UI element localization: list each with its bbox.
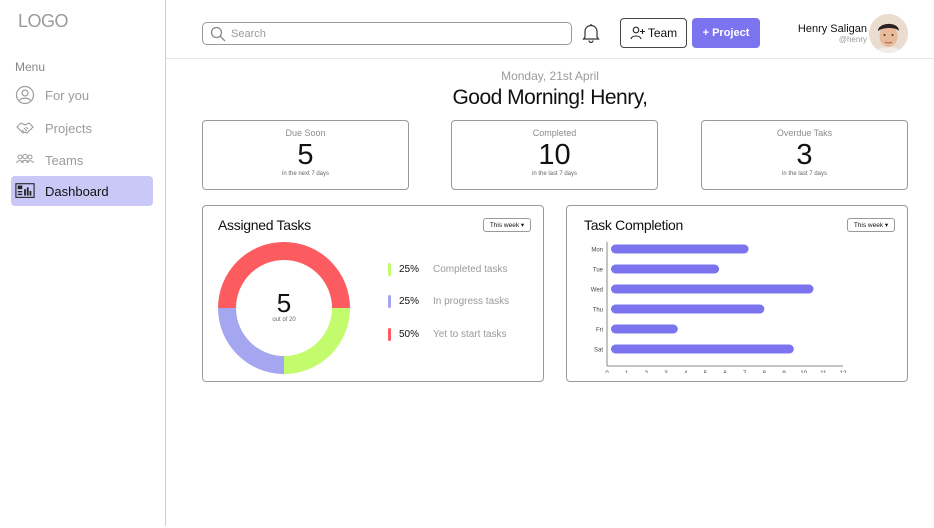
legend-percent: 50%	[399, 329, 420, 340]
period-select[interactable]: This week ▾	[847, 218, 895, 232]
stat-card-due-soon: Due Soon 5 in the next 7 days	[202, 120, 409, 190]
legend-swatch	[388, 295, 391, 308]
stat-title: Overdue Taks	[776, 128, 833, 138]
task-completion-panel: Task Completion This week ▾ Mon Tue Wed Thu…	[566, 205, 908, 382]
stat-value: 5	[297, 139, 314, 171]
bell-icon[interactable]	[582, 23, 600, 44]
menu-label: Menu	[15, 60, 46, 74]
y-tick-label: Fri	[596, 328, 603, 334]
x-tick-label: 0	[605, 371, 609, 373]
dashboard-icon	[15, 181, 35, 201]
x-tick-label: 5	[704, 371, 708, 373]
user-name: Henry Saligan	[797, 23, 867, 35]
x-tick-label: 4	[684, 371, 688, 373]
sidebar-item-teams[interactable]: Teams	[11, 145, 153, 175]
logo: LOGO	[18, 11, 69, 31]
legend-swatch	[388, 263, 391, 276]
handshake-icon	[15, 118, 35, 138]
legend-label: Completed tasks	[433, 264, 508, 275]
y-tick-label: Thu	[593, 308, 603, 314]
stat-title: Due Soon	[285, 128, 326, 138]
assigned-tasks-panel: Assigned Tasks This week ▾ 5 out of 20 2…	[202, 205, 544, 382]
x-tick-label: 7	[743, 371, 747, 373]
x-tick-label: 12	[840, 371, 847, 373]
legend-label: Yet to start tasks	[433, 329, 507, 340]
sidebar-item-for-you[interactable]: For you	[11, 80, 153, 110]
y-tick-label: Sat	[594, 348, 603, 354]
sidebar: LOGO Menu For you Projects Teams Dashboa…	[0, 0, 166, 526]
user-icon	[15, 85, 35, 105]
bar-tue	[611, 264, 720, 274]
legend-item: 25% In progress tasks	[388, 295, 509, 308]
bar-wed	[611, 284, 814, 294]
stat-value: 3	[796, 139, 813, 171]
stat-title: Completed	[532, 128, 577, 138]
header: Team + Project Henry Saligan @henry	[166, 0, 934, 59]
sidebar-item-dashboard[interactable]: Dashboard	[11, 176, 153, 206]
donut-chart: 5 out of 20	[218, 242, 350, 374]
add-project-button[interactable]: + Project	[692, 18, 760, 48]
x-tick-label: 6	[723, 371, 727, 373]
y-tick-label: Mon	[591, 248, 603, 254]
y-tick-label: Tue	[593, 268, 604, 274]
bar-chart: MonTueWedThuFriSat0123456789101112	[591, 242, 847, 373]
x-tick-label: 1	[625, 371, 629, 373]
search-input[interactable]	[231, 27, 551, 40]
stat-value: 10	[538, 139, 571, 171]
avatar[interactable]	[869, 14, 908, 53]
legend-percent: 25%	[399, 264, 420, 275]
x-tick-label: 9	[782, 371, 786, 373]
team-icon	[15, 150, 35, 170]
stat-subtitle: in the last 7 days	[781, 171, 828, 177]
x-tick-label: 2	[645, 371, 649, 373]
add-team-button[interactable]: Team	[620, 18, 687, 48]
greeting-title: Good Morning! Henry,	[452, 86, 648, 109]
user-handle: @henry	[838, 35, 867, 44]
bar-mon	[611, 244, 749, 254]
x-tick-label: 10	[800, 371, 807, 373]
bar-sat	[611, 344, 794, 354]
sidebar-item-label: Projects	[45, 120, 92, 136]
stat-subtitle: in the next 7 days	[281, 171, 330, 177]
search-icon	[210, 26, 226, 42]
x-tick-label: 11	[820, 371, 827, 373]
donut-center-subtitle: out of 20	[272, 317, 296, 323]
sidebar-item-label: Dashboard	[45, 183, 109, 199]
stat-card-overdue: Overdue Taks 3 in the last 7 days	[701, 120, 908, 190]
legend-swatch	[388, 328, 391, 341]
legend-label: In progress tasks	[433, 296, 510, 307]
add-user-icon	[630, 26, 645, 40]
legend-item: 25% Completed tasks	[388, 263, 507, 276]
stat-subtitle: in the last 7 days	[531, 171, 578, 177]
x-tick-label: 8	[763, 371, 767, 373]
date-label: Monday, 21st April	[501, 69, 599, 83]
bar-thu	[611, 304, 765, 314]
legend-percent: 25%	[399, 296, 420, 307]
x-tick-label: 3	[664, 371, 668, 373]
sidebar-item-projects[interactable]: Projects	[11, 113, 153, 143]
period-select[interactable]: This week ▾	[483, 218, 531, 232]
sidebar-item-label: For you	[45, 87, 90, 103]
y-tick-label: Wed	[591, 288, 603, 294]
donut-center-value: 5	[277, 288, 291, 318]
panel-title: Task Completion	[584, 217, 683, 233]
bar-fri	[611, 324, 678, 334]
legend-item: 50% Yet to start tasks	[388, 328, 507, 341]
sidebar-item-label: Teams	[45, 152, 84, 168]
team-button-label: Team	[647, 26, 678, 40]
search-bar[interactable]	[202, 22, 572, 45]
stat-card-completed: Completed 10 in the last 7 days	[451, 120, 658, 190]
panel-title: Assigned Tasks	[218, 217, 311, 233]
